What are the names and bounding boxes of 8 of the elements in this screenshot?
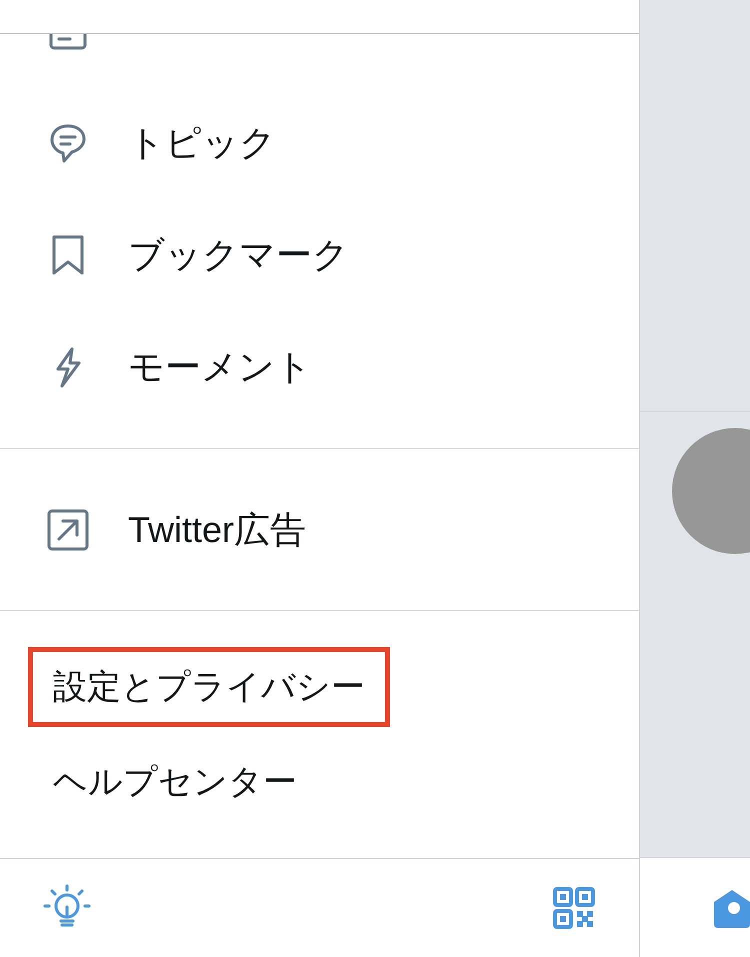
menu-item[interactable]: 設定とプライバシー <box>28 647 390 727</box>
menu-item[interactable]: ヘルプセンター <box>28 742 322 822</box>
menu-item[interactable]: ブックマーク <box>128 230 349 280</box>
menu-item[interactable]: Twitter広告 <box>128 506 306 554</box>
qr-code-icon[interactable] <box>553 887 595 929</box>
menu-item[interactable]: モーメント <box>128 342 312 392</box>
menu-item[interactable]: トピック <box>128 118 276 168</box>
arrow-box-icon <box>46 508 90 552</box>
